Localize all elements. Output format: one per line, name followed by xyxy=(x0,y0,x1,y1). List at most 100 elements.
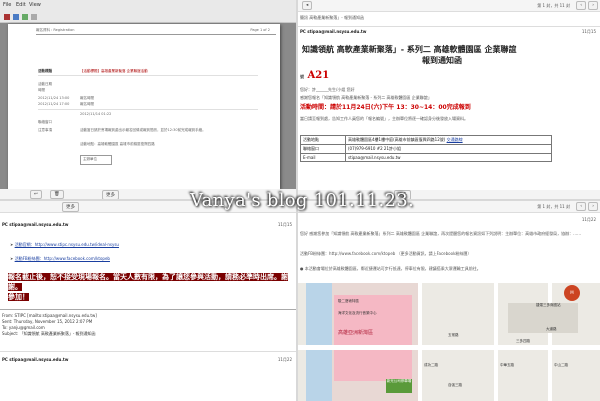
reg-number: A21 xyxy=(307,70,330,81)
preview-page: 報名資料 : Registration Page 1 of 2 活動標題 【活動… xyxy=(8,24,280,189)
email-reminder-window: 更多 PC stipaa@mail.nsysu.edu.tw 11月15 ➤ 活… xyxy=(0,201,296,401)
preview-toolbar xyxy=(0,12,296,23)
page-indicator: Page 1 of 2 xyxy=(250,28,270,32)
menu-view[interactable]: View xyxy=(29,2,41,8)
metro-station-icon[interactable]: M xyxy=(564,285,580,301)
reg-number-suffix: 號 xyxy=(300,74,304,79)
quote-from: From: STIPC [mailto:stipaa@mail.nsysu.ed… xyxy=(2,313,97,318)
table-cell: stipaa@mail.nsysu.edu.tw xyxy=(345,153,552,162)
back-button[interactable]: ◂ xyxy=(302,1,313,10)
print-icon[interactable] xyxy=(4,14,10,20)
sent-date: 11月15 xyxy=(277,222,292,227)
time-label: 時間 xyxy=(38,88,45,92)
sent-date: 11月22 xyxy=(581,217,596,222)
event-name: 【活動標題】高雄產業新聚落 企業聯誼活動 xyxy=(80,69,148,73)
next-icon[interactable]: › xyxy=(588,1,598,10)
divider xyxy=(298,26,600,27)
sent-date: 11月15 xyxy=(581,29,596,34)
save-icon[interactable] xyxy=(13,14,19,20)
info-table: 活動地點 高雄軟體園區4樓1樓中庭(高雄市前鎮區復興四路12號) 交通路線 聯絡… xyxy=(300,135,552,162)
map-label: 駁二藝術特區 xyxy=(338,299,359,303)
row-value-1: 報名時間 xyxy=(80,102,94,106)
notice-label: 注意事項 xyxy=(38,128,52,132)
row-label-0: 2012/11/24 13:00 xyxy=(38,96,70,100)
map[interactable]: M 捷運三多商圈站 駁二藝術特區 海洋文化及流行音樂中心 高雄亞洲新灣區 新光公… xyxy=(298,283,600,401)
zoom-out-icon[interactable] xyxy=(31,14,37,20)
next-icon[interactable]: › xyxy=(588,202,598,211)
sender: PC stipaa@mail.nsysu.edu.tw xyxy=(2,222,69,227)
map-label: 海洋文化及流行音樂中心 xyxy=(338,311,377,315)
bottom-sender: PC stipaa@mail.nsysu.edu.tw xyxy=(2,357,69,362)
divider xyxy=(38,109,258,110)
email-title-1: 知識領航 高軟產業新聚落」- 系列二 高雄軟體園區 企業聯誼 xyxy=(302,45,517,54)
email-title-2: 報到通知函 xyxy=(422,56,462,65)
trash-icon[interactable]: 🗑 xyxy=(50,190,64,199)
link-item-0: ➤ 活動官網：http://www.stipc.nsysu.edu.tw/ide… xyxy=(10,242,119,247)
table-row: E-mail stipaa@mail.nsysu.edu.tw xyxy=(300,153,552,162)
map-label: 中華五路 xyxy=(500,363,514,367)
menu-file[interactable]: File xyxy=(3,2,11,8)
contact-label: 聯絡窗口 xyxy=(38,120,52,124)
row-label-1: 2012/11/24 17:00 xyxy=(38,102,70,106)
menu-edit[interactable]: Edit xyxy=(16,2,26,8)
quote-to: To: yanju@gmail.com xyxy=(2,325,45,330)
parking-marker[interactable]: 新光公司停車場 xyxy=(386,379,412,393)
greeting: 您好：許______先生/小姐 您好 xyxy=(300,87,355,92)
quote-subject: Subject: 「知識領航 高軟產業新聚落」- 報到通知函 xyxy=(2,331,96,336)
q2-toolbar: ◂ 第 1 封，共 11 封 ‹ › xyxy=(298,0,600,12)
table-cell: (07)979-6910 #2 21許小姐 xyxy=(345,144,552,154)
pager: 第 1 封，共 11 封 xyxy=(537,204,570,209)
email-map-window: 第 1 封，共 11 封 ‹ › 11月22 您好 感謝您參加「知識領航 高軟產… xyxy=(298,201,600,401)
fb-text: 活動FB粉絲團：http://www.facebook.com/ktopeb （… xyxy=(300,251,472,256)
table-cell-text: 高雄軟體園區4樓1樓中庭(高雄市前鎮區復興四路12號) xyxy=(348,137,446,142)
prev-icon[interactable]: ‹ xyxy=(576,1,586,10)
map-label: 中山二路 xyxy=(554,363,568,367)
highlight-text: 報名截止後，恕不接受現場報名。當天人數有限，為了讓您參與活動，請務必準時出席。謝… xyxy=(8,273,288,291)
prev-icon[interactable]: ‹ xyxy=(576,202,586,211)
blog-watermark: Vanya's blog 101.11.23. xyxy=(190,190,415,211)
date-label: 活動日期 xyxy=(38,82,52,86)
zoom-in-icon[interactable] xyxy=(22,14,28,20)
map-road xyxy=(418,283,422,401)
section-title: 活動標題 xyxy=(38,69,52,73)
table-row: 活動地點 高雄軟體園區4樓1樓中庭(高雄市前鎮區復興四路12號) 交通路線 xyxy=(300,135,552,145)
reg-time: 2012/11/14 01:22 xyxy=(80,112,112,116)
divider xyxy=(0,351,296,352)
quote-sent: Sent: Thursday, November 15, 2012 2:07 P… xyxy=(2,319,93,324)
extra-text: 活動地點：高雄軟體園區 高雄市前鎮區復興四路 xyxy=(80,142,155,146)
header-divider xyxy=(36,34,276,35)
pager: 第 1 封，共 11 封 xyxy=(537,3,570,8)
map-label: 高雄亞洲新灣區 xyxy=(338,330,374,336)
parking-text: ● 本活動會場位於高雄軟體園區，鄰近捷運站可步行抵達，停車位有限，建議搭乘大眾運… xyxy=(300,266,481,271)
map-label: 成功二路 xyxy=(424,363,438,367)
table-row: 聯絡窗口 (07)979-6910 #2 21許小姐 xyxy=(300,144,552,154)
more-button[interactable]: 更多 xyxy=(102,190,119,199)
map-road xyxy=(494,283,498,401)
notice-text: 活動當日請於會場報到處出示報名回條或報到簡訊，並於12:30前完成報到手續。 xyxy=(80,128,206,132)
intro-text: 您好 感謝您參加「知識領航 高軟產業新聚落」系列二 高雄軟體園區 企業聯誼，再次… xyxy=(300,231,582,236)
official-site-link[interactable]: 活動官網：http://www.stipc.nsysu.edu.tw/ideal… xyxy=(15,242,119,247)
divider xyxy=(0,309,296,310)
more-button[interactable]: 更多 xyxy=(62,202,79,212)
link-item-1: ➤ 活動FB粉絲團：http://www.facebook.com/ktopeb xyxy=(10,256,110,261)
map-highlight-area xyxy=(334,295,412,381)
map-label: 三多四路 xyxy=(516,339,530,343)
map-road xyxy=(548,283,552,401)
map-road xyxy=(298,345,600,350)
map-link[interactable]: 交通路線 xyxy=(447,137,463,142)
reg-number-line: 號 A21 xyxy=(300,70,329,81)
table-cell: E-mail xyxy=(300,153,346,162)
reply-icon[interactable]: ↩ xyxy=(30,190,42,199)
map-label: 大道路 xyxy=(546,327,557,331)
table-cell: 高雄軟體園區4樓1樓中庭(高雄市前鎮區復興四路12號) 交通路線 xyxy=(345,135,552,145)
map-label: 五常路 xyxy=(448,333,459,337)
bottom-date: 11月22 xyxy=(277,357,292,362)
map-label: 自強三路 xyxy=(448,383,462,387)
signature-box: 主辦單位 xyxy=(80,155,112,165)
sender: PC stipaa@mail.nsysu.edu.tw xyxy=(300,29,367,34)
table-cell: 聯絡窗口 xyxy=(300,144,346,154)
body-1: 感謝您報名「知識領航 高軟產業新聚落 - 系列二 高雄軟體園區 企業聯誼」 xyxy=(300,95,432,100)
highlight-notice: 報名截止後，恕不接受現場報名。當天人數有限，為了讓您參與活動，請務必準時出席。謝… xyxy=(8,272,293,302)
fb-page-link[interactable]: 活動FB粉絲團：http://www.facebook.com/ktopeb xyxy=(15,256,110,261)
print-preview-window: File Edit View 報名資料 : Registration Page … xyxy=(0,0,296,199)
